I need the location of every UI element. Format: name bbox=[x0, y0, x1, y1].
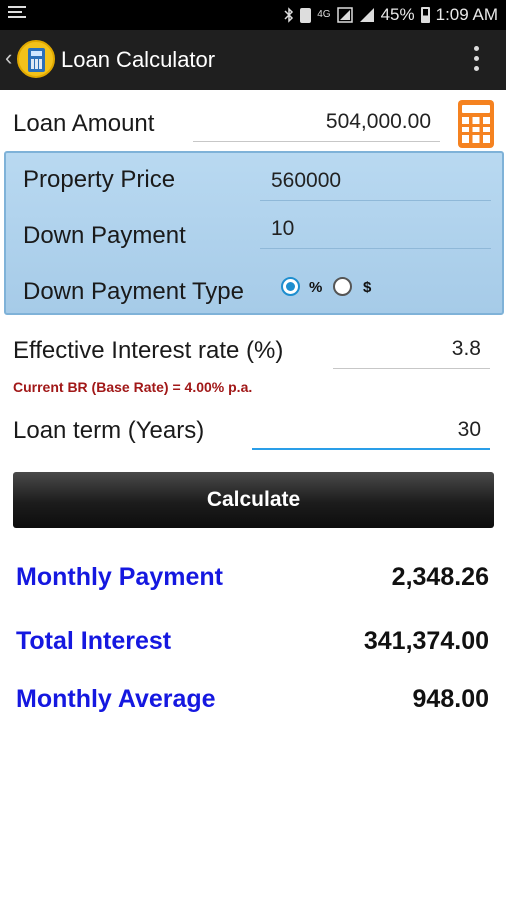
down-payment-label: Down Payment bbox=[23, 222, 186, 249]
status-icons: 4G 45% 1:09 AM bbox=[284, 0, 498, 30]
status-bar: 4G 45% 1:09 AM bbox=[0, 0, 506, 30]
percent-radio[interactable] bbox=[281, 277, 300, 296]
back-chevron-icon[interactable]: ‹ bbox=[5, 46, 12, 70]
monthly-payment-value: 2,348.26 bbox=[391, 563, 489, 591]
network-type-label: 4G bbox=[317, 9, 331, 20]
property-price-label: Property Price bbox=[23, 166, 176, 193]
battery-icon bbox=[420, 7, 430, 23]
dollar-radio-label: $ bbox=[363, 279, 372, 296]
base-rate-note: Current BR (Base Rate) = 4.00% p.a. bbox=[13, 379, 253, 395]
app-logo-icon[interactable] bbox=[17, 40, 55, 78]
app-bar: ‹ Loan Calculator bbox=[0, 30, 506, 90]
calculator-icon[interactable] bbox=[458, 100, 494, 148]
interest-rate-label: Effective Interest rate (%) bbox=[13, 337, 284, 364]
loan-term-label: Loan term (Years) bbox=[13, 417, 205, 444]
property-price-field[interactable]: 560000 bbox=[260, 165, 491, 201]
percent-radio-label: % bbox=[309, 279, 323, 296]
monthly-average-value: 948.00 bbox=[412, 685, 489, 713]
app-title: Loan Calculator bbox=[61, 47, 216, 72]
notification-list-icon bbox=[8, 6, 26, 22]
calculate-button[interactable]: Calculate bbox=[13, 472, 494, 528]
down-payment-type-label: Down Payment Type bbox=[23, 278, 245, 305]
total-interest-value: 341,374.00 bbox=[363, 627, 489, 655]
loan-term-field[interactable]: 30 bbox=[252, 414, 490, 450]
interest-rate-field[interactable]: 3.8 bbox=[333, 333, 490, 369]
dollar-radio[interactable] bbox=[333, 277, 352, 296]
loan-amount-label: Loan Amount bbox=[13, 110, 155, 137]
monthly-average-label: Monthly Average bbox=[16, 685, 216, 713]
total-interest-label: Total Interest bbox=[16, 627, 172, 655]
monthly-payment-label: Monthly Payment bbox=[16, 563, 223, 591]
sim-icon bbox=[300, 7, 312, 23]
down-payment-field[interactable]: 10 bbox=[260, 213, 491, 249]
signal-bars-icon bbox=[359, 8, 374, 22]
loan-amount-field[interactable]: 504,000.00 bbox=[193, 106, 440, 142]
overflow-menu-icon[interactable] bbox=[474, 46, 480, 74]
battery-percent: 45% bbox=[380, 5, 415, 24]
clock: 1:09 AM bbox=[435, 5, 498, 24]
bluetooth-icon bbox=[284, 7, 294, 23]
signal-strength-icon bbox=[336, 7, 353, 23]
